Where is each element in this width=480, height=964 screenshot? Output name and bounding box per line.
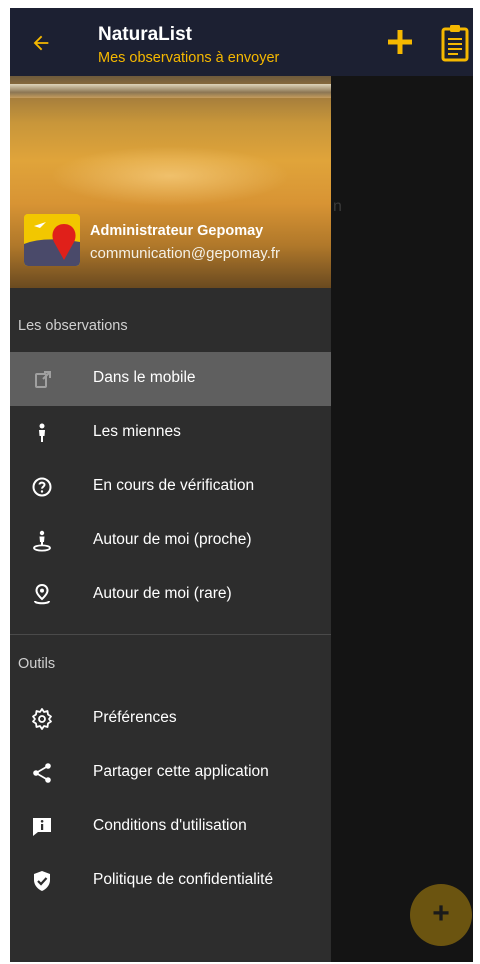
shield-check-icon xyxy=(34,871,50,891)
plus-icon xyxy=(388,30,412,54)
drawer-item-label: Dans le mobile xyxy=(93,369,196,386)
navigation-drawer: Administrateur Gepomay communication@gep… xyxy=(10,76,331,962)
drawer-item-les-miennes[interactable]: Les miennes xyxy=(10,406,331,460)
avatar xyxy=(24,214,80,266)
user-email: communication@gepomay.fr xyxy=(90,245,281,262)
question-circle-icon xyxy=(32,477,52,497)
obscured-text: n xyxy=(333,198,342,215)
drawer-item-label: Les miennes xyxy=(93,423,181,440)
share-icon xyxy=(33,763,51,783)
clipboard-button[interactable] xyxy=(440,22,470,62)
person-icon xyxy=(39,423,45,442)
drawer-item-label: Autour de moi (proche) xyxy=(93,531,252,548)
add-observation-button[interactable] xyxy=(382,24,418,60)
drawer-item-label: Politique de confidentialité xyxy=(93,871,274,888)
gear-icon xyxy=(32,708,52,730)
drawer-item-autour-de-moi-proche[interactable]: Autour de moi (proche) xyxy=(10,514,331,568)
app-screen: NaturaList Mes observations à envoyer n … xyxy=(10,8,473,962)
drawer-item-label: Conditions d'utilisation xyxy=(93,817,247,834)
drawer-item-autour-de-moi-rare[interactable]: Autour de moi (rare) xyxy=(10,568,331,622)
phone-icon xyxy=(35,371,51,388)
drawer-item-preferences[interactable]: Préférences xyxy=(10,692,331,746)
section-title-observations: Les observations xyxy=(18,318,128,334)
arrow-left-icon xyxy=(33,35,49,51)
back-button[interactable] xyxy=(24,26,58,60)
location-pin-icon xyxy=(34,583,50,605)
drawer-item-label: Préférences xyxy=(93,709,177,726)
drawer-item-politique[interactable]: Politique de confidentialité xyxy=(10,854,331,908)
section-title-outils: Outils xyxy=(18,656,56,672)
app-logo-icon xyxy=(24,214,80,266)
drawer-divider xyxy=(10,634,331,635)
drawer-item-en-cours-de-verification[interactable]: En cours de vérification xyxy=(10,460,331,514)
top-app-bar: NaturaList Mes observations à envoyer xyxy=(10,8,473,76)
drawer-item-conditions[interactable]: Conditions d'utilisation xyxy=(10,800,331,854)
person-location-icon xyxy=(33,530,51,552)
drawer-item-label: Partager cette application xyxy=(93,763,269,780)
app-title: NaturaList xyxy=(98,24,192,45)
drawer-item-label: Autour de moi (rare) xyxy=(93,585,232,602)
app-subtitle: Mes observations à envoyer xyxy=(98,50,280,66)
drawer-item-partager[interactable]: Partager cette application xyxy=(10,746,331,800)
user-name: Administrateur Gepomay xyxy=(90,223,264,239)
main-content-scrim[interactable] xyxy=(331,76,473,962)
floating-add-button[interactable]: + xyxy=(410,884,472,946)
drawer-item-label: En cours de vérification xyxy=(93,477,255,494)
drawer-item-dans-le-mobile[interactable]: Dans le mobile xyxy=(10,352,331,406)
info-message-icon xyxy=(33,818,51,836)
clipboard-icon xyxy=(441,25,469,62)
drawer-header-image: Administrateur Gepomay communication@gep… xyxy=(10,76,331,288)
